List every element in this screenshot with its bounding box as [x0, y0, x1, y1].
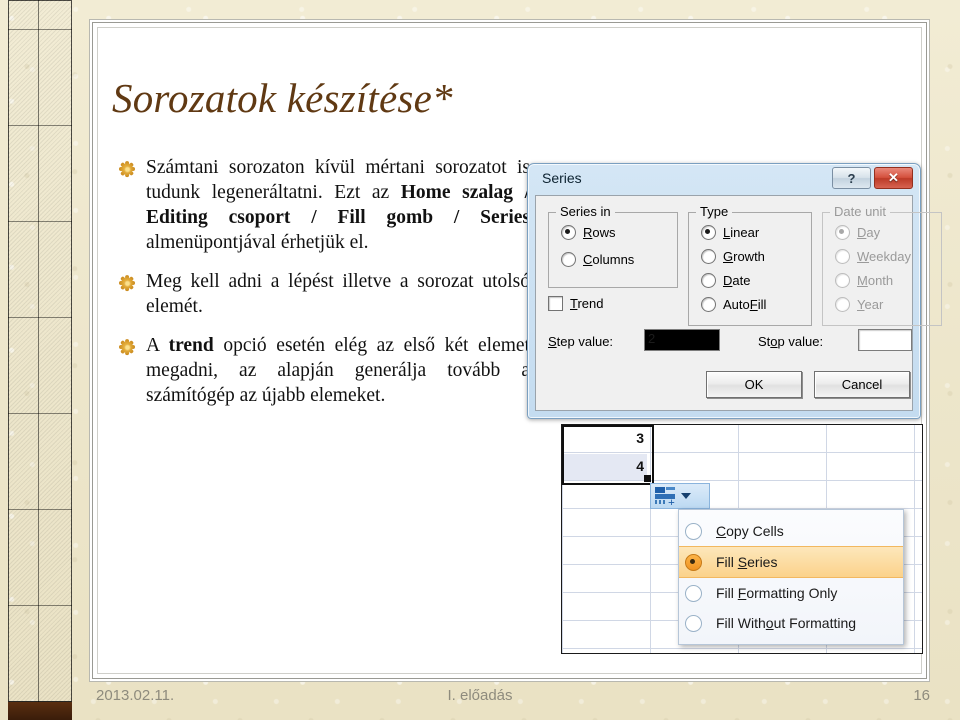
footer-center-text: I. előadás [447, 687, 513, 704]
slide-canvas: Sorozatok készítése* Számtani sorozaton … [0, 0, 960, 720]
radio-label: Day [857, 225, 881, 240]
radio-dot-icon [835, 249, 850, 264]
bullet-list: Számtani sorozaton kívül mértani sorozat… [118, 155, 530, 422]
step-value-input[interactable]: 2 [644, 329, 720, 351]
radio-type-date[interactable]: Date [701, 273, 750, 288]
step-value-text: 2 [648, 331, 656, 346]
radio-label: Month [857, 273, 894, 288]
radio-type-autofill[interactable]: AutoFill [701, 297, 766, 312]
menu-item-copy-cells[interactable]: Copy Cells [679, 516, 903, 546]
radio-dot-icon [835, 273, 850, 288]
list-item-text: Meg kell adni a lépést illetve a sorozat… [146, 271, 530, 317]
radio-label: Date [723, 273, 751, 288]
spreadsheet-grid: 3 4 + Copy Cells Fill Series Fill Format… [561, 424, 923, 654]
radio-label: Linear [723, 225, 760, 240]
stop-value-label: Stop value: [758, 334, 824, 349]
radio-dot-icon [835, 225, 850, 240]
radio-dot-icon [685, 522, 702, 540]
radio-dot-icon [561, 225, 576, 240]
radio-date-unit-year: Year [835, 297, 883, 312]
menu-item-fill-without-formatting[interactable]: Fill Without Formatting [679, 608, 903, 638]
radio-dot-icon [685, 614, 702, 632]
checkbox-label: Trend [570, 296, 604, 311]
menu-item-label: Copy Cells [716, 523, 784, 539]
cancel-button[interactable]: Cancel [814, 371, 910, 398]
radio-dot-icon [835, 297, 850, 312]
star-bullet-icon [118, 160, 136, 178]
radio-dot-icon [701, 297, 716, 312]
autofill-options-button[interactable]: + [650, 483, 710, 509]
list-item-text: A trend opció esetén elég az első két el… [146, 335, 530, 406]
radio-dot-icon [561, 252, 576, 267]
series-in-group: Series in Rows Columns [548, 204, 678, 288]
list-item: A trend opció esetén elég az első két el… [118, 333, 530, 408]
stop-value-input[interactable] [858, 329, 912, 351]
radio-dot-icon [685, 584, 702, 602]
radio-date-unit-month: Month [835, 273, 893, 288]
cell-value-row1[interactable]: 3 [564, 430, 644, 446]
close-icon[interactable]: ✕ [874, 167, 913, 189]
radio-label: AutoFill [723, 297, 767, 312]
star-bullet-icon [118, 338, 136, 356]
step-value-label: Step value: [548, 334, 614, 349]
list-item-text: Számtani sorozaton kívül mértani sorozat… [146, 157, 530, 253]
menu-item-fill-series[interactable]: Fill Series [679, 546, 903, 578]
fill-handle[interactable] [644, 475, 651, 482]
type-group: Type Linear Growth Date AutoFill [688, 204, 812, 326]
autofill-options-menu[interactable]: Copy Cells Fill Series Fill Formatting O… [678, 509, 904, 645]
page-title: Sorozatok készítése* [112, 75, 453, 121]
radio-label: Year [857, 297, 884, 312]
checkbox-box-icon [548, 296, 563, 311]
radio-label: Growth [723, 249, 765, 264]
help-icon[interactable]: ? [832, 167, 871, 189]
autofill-options-icon: + [655, 487, 677, 508]
dialog-title: Series [542, 170, 582, 186]
dialog-title-bar[interactable]: Series ? ✕ [528, 164, 920, 194]
radio-series-in-columns[interactable]: Columns [561, 252, 634, 267]
menu-item-label: Fill Without Formatting [716, 615, 857, 631]
radio-dot-icon [701, 249, 716, 264]
chevron-down-icon[interactable] [681, 493, 691, 499]
radio-label: Columns [583, 252, 635, 267]
menu-item-label: Fill Formatting Only [716, 585, 838, 601]
decorative-left-band [8, 0, 72, 702]
checkbox-trend[interactable]: Trend [548, 296, 604, 311]
radio-type-growth[interactable]: Growth [701, 249, 765, 264]
radio-date-unit-weekday: Weekday [835, 249, 911, 264]
menu-item-label: Fill Series [716, 554, 778, 570]
series-in-legend: Series in [556, 204, 615, 219]
decorative-left-band-foot [8, 702, 72, 720]
cell-value-row2[interactable]: 4 [564, 458, 644, 474]
radio-dot-icon [685, 553, 702, 571]
radio-date-unit-day: Day [835, 225, 880, 240]
series-dialog[interactable]: Series ? ✕ Series in Rows Columns Trend … [527, 163, 942, 419]
type-legend: Type [696, 204, 733, 219]
date-unit-group: Date unit Day Weekday Month Year [822, 204, 942, 326]
list-item: Meg kell adni a lépést illetve a sorozat… [118, 269, 530, 319]
date-unit-legend: Date unit [830, 204, 891, 219]
radio-label: Weekday [857, 249, 911, 264]
dialog-body: Series in Rows Columns Trend Type Linear… [535, 195, 942, 411]
footer-page-number: 16 [913, 687, 930, 704]
list-item: Számtani sorozaton kívül mértani sorozat… [118, 155, 530, 255]
menu-item-fill-formatting-only[interactable]: Fill Formatting Only [679, 578, 903, 608]
radio-type-linear[interactable]: Linear [701, 225, 759, 240]
radio-dot-icon [701, 225, 716, 240]
radio-series-in-rows[interactable]: Rows [561, 225, 616, 240]
ok-button[interactable]: OK [706, 371, 802, 398]
star-bullet-icon [118, 274, 136, 292]
radio-label: Rows [583, 225, 616, 240]
radio-dot-icon [701, 273, 716, 288]
